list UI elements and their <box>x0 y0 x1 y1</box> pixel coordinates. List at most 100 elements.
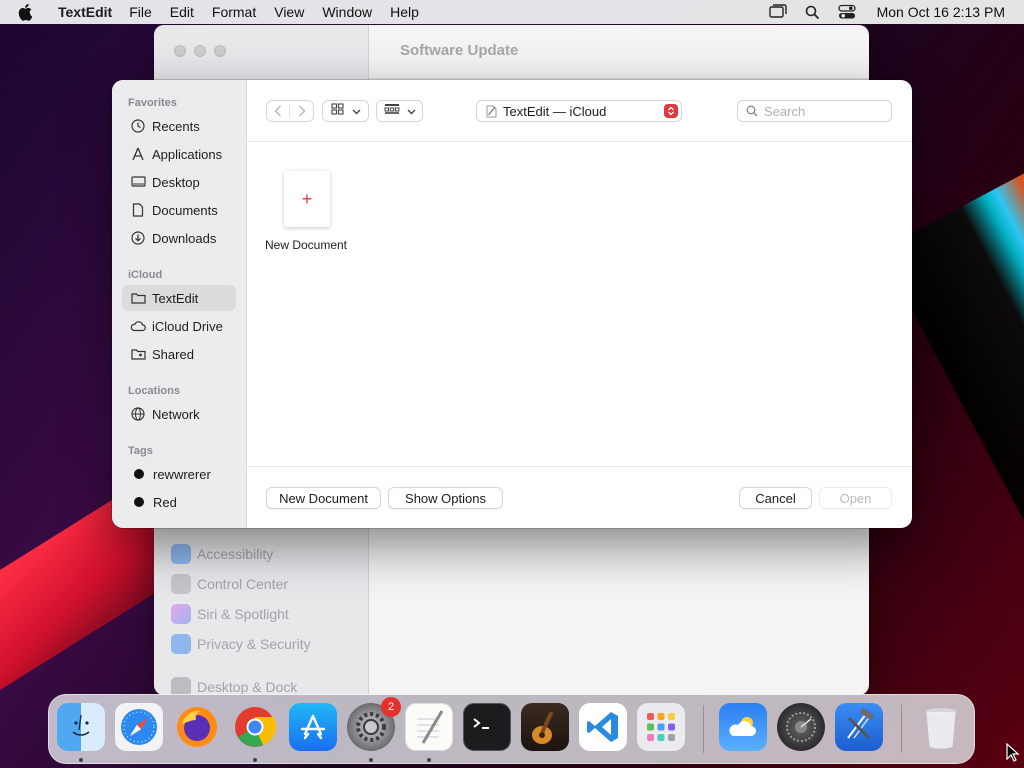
running-indicator <box>427 758 431 762</box>
search-icon <box>746 105 758 117</box>
disk-utility-icon[interactable] <box>777 703 825 751</box>
hand-icon <box>171 634 191 654</box>
open-button[interactable]: Open <box>819 487 892 509</box>
launchpad-icon[interactable] <box>637 703 685 751</box>
sidebar-item-recents[interactable]: Recents <box>122 113 236 139</box>
close-window-button[interactable] <box>174 45 186 57</box>
show-options-button[interactable]: Show Options <box>388 487 503 509</box>
search-input[interactable] <box>764 103 879 119</box>
zoom-window-button[interactable] <box>214 45 226 57</box>
back-icon[interactable] <box>267 105 291 117</box>
chrome-icon[interactable] <box>231 703 279 751</box>
sidebar-item-icloud-drive[interactable]: iCloud Drive <box>122 313 236 339</box>
menu-clock[interactable]: Mon Oct 16 2:13 PM <box>877 4 1005 20</box>
view-mode-button[interactable] <box>322 100 369 122</box>
menu-file[interactable]: File <box>120 4 161 20</box>
sidebar-item-label: Shared <box>152 346 194 362</box>
accessibility-icon <box>171 544 191 564</box>
shared-folder-icon <box>130 346 146 362</box>
settings-item-label: Desktop & Dock <box>197 679 298 695</box>
globe-icon <box>130 406 146 422</box>
system-settings-icon[interactable]: 2 <box>347 697 401 751</box>
settings-item-label: Privacy & Security <box>197 636 311 652</box>
download-icon <box>130 230 146 246</box>
open-dialog: Favorites Recents Applications Desktop D… <box>112 80 912 528</box>
folder-icon <box>130 290 146 306</box>
settings-item-label: Accessibility <box>197 546 274 562</box>
apple-menu-icon[interactable] <box>18 3 36 21</box>
location-label: TextEdit — iCloud <box>503 103 607 119</box>
popup-stepper-icon <box>664 104 678 118</box>
dialog-sidebar: Favorites Recents Applications Desktop D… <box>112 80 247 528</box>
textedit-icon[interactable] <box>405 703 453 751</box>
document-icon <box>130 202 146 218</box>
settings-item-siri-spotlight[interactable]: Siri & Spotlight <box>171 604 289 624</box>
xcode-icon[interactable] <box>835 703 883 751</box>
safari-icon[interactable] <box>115 703 163 751</box>
control-center-icon[interactable] <box>837 4 856 20</box>
forward-icon[interactable] <box>290 105 313 117</box>
group-mode-button[interactable] <box>376 100 423 122</box>
garageband-icon[interactable] <box>521 703 569 751</box>
sidebar-item-documents[interactable]: Documents <box>122 197 236 223</box>
menu-edit[interactable]: Edit <box>161 4 203 20</box>
location-popup[interactable]: TextEdit — iCloud <box>476 100 682 122</box>
sidebar-item-applications[interactable]: Applications <box>122 141 236 167</box>
mouse-cursor-icon <box>1006 743 1020 762</box>
new-document-thumbnail[interactable]: + <box>284 171 330 227</box>
dock-separator <box>703 705 704 753</box>
vscode-icon[interactable] <box>579 703 627 751</box>
sidebar-item-downloads[interactable]: Downloads <box>122 225 236 251</box>
icon-grid-icon <box>330 102 344 120</box>
tag-color-dot <box>134 497 144 507</box>
menu-format[interactable]: Format <box>203 4 265 20</box>
menu-bar: TextEdit File Edit Format View Window He… <box>0 0 1024 24</box>
menu-help[interactable]: Help <box>381 4 428 20</box>
firefox-icon[interactable] <box>173 703 221 751</box>
settings-item-label: Control Center <box>197 576 289 592</box>
sidebar-item-label: Downloads <box>152 230 217 246</box>
sidebar-item-label: Network <box>152 406 200 422</box>
new-document-label: New Document <box>264 238 348 252</box>
settings-item-control-center[interactable]: Control Center <box>171 574 288 594</box>
weather-icon[interactable] <box>719 703 767 751</box>
window-switcher-icon[interactable] <box>768 4 787 20</box>
favorites-header: Favorites <box>128 97 177 109</box>
sidebar-tag-rewwrerer[interactable]: rewwrerer <box>122 461 236 487</box>
textedit-doc-icon <box>485 104 498 118</box>
dock-icon <box>171 677 191 695</box>
menu-window[interactable]: Window <box>313 4 381 20</box>
sidebar-item-shared[interactable]: Shared <box>122 341 236 367</box>
new-document-button[interactable]: New Document <box>266 487 381 509</box>
settings-badge: 2 <box>381 697 401 717</box>
cancel-button[interactable]: Cancel <box>739 487 812 509</box>
app-store-icon[interactable] <box>289 703 337 751</box>
new-document-item[interactable]: + New Document <box>247 142 365 262</box>
clock-icon <box>130 118 146 134</box>
search-field[interactable] <box>737 100 892 122</box>
menu-app-name[interactable]: TextEdit <box>50 4 120 20</box>
file-browser: + New Document <box>247 142 912 466</box>
sidebar-item-textedit[interactable]: TextEdit <box>122 285 236 311</box>
chevron-down-icon <box>352 102 361 120</box>
sidebar-item-label: Red <box>153 494 177 510</box>
minimize-window-button[interactable] <box>194 45 206 57</box>
sidebar-item-network[interactable]: Network <box>122 401 236 427</box>
settings-item-desktop-dock[interactable]: Desktop & Dock <box>171 677 297 695</box>
sidebar-item-label: Applications <box>152 146 223 162</box>
desktop-icon <box>130 174 146 190</box>
icloud-header: iCloud <box>128 269 163 281</box>
finder-icon[interactable] <box>57 703 105 751</box>
settings-item-privacy-security[interactable]: Privacy & Security <box>171 634 311 654</box>
settings-item-accessibility[interactable]: Accessibility <box>171 544 273 564</box>
search-icon[interactable] <box>805 5 820 20</box>
trash-icon[interactable] <box>917 703 965 751</box>
back-forward-buttons <box>266 100 314 122</box>
dock-separator <box>901 705 902 753</box>
running-indicator <box>79 758 83 762</box>
sidebar-tag-red[interactable]: Red <box>122 489 236 515</box>
terminal-icon[interactable] <box>463 703 511 751</box>
menu-view[interactable]: View <box>265 4 313 20</box>
window-controls <box>174 45 226 57</box>
sidebar-item-desktop[interactable]: Desktop <box>122 169 236 195</box>
